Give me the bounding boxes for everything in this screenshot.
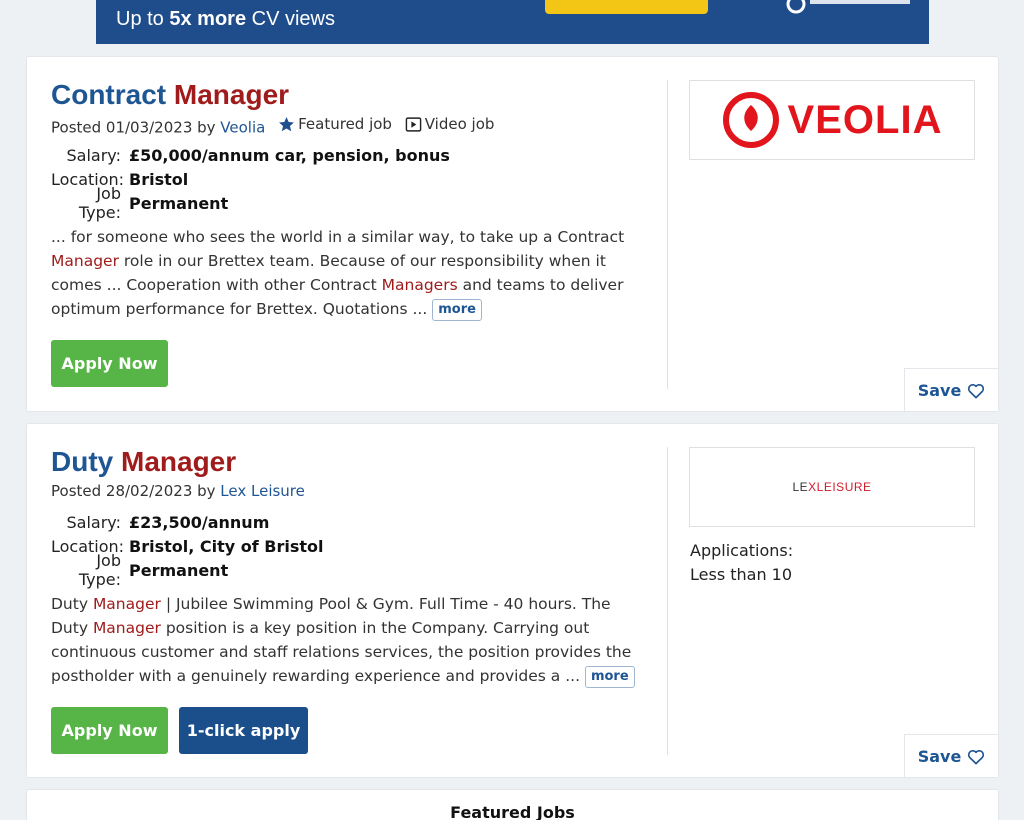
applications-value: Less than 10 [690,565,793,584]
job-posted-line: Posted 01/03/2023 by Veolia Featured job… [51,115,495,137]
job-description: ... for someone who sees the world in a … [51,225,651,321]
company-logo[interactable]: LEXLEISURE [689,447,975,527]
banner-upgrade-button[interactable] [545,0,708,14]
heart-icon [968,749,985,764]
apply-now-button[interactable]: Apply Now [51,340,168,387]
job-card: Contract Manager Posted 01/03/2023 by Ve… [26,56,999,412]
featured-badge: Featured job [278,115,392,133]
lex-leisure-logo-text: LEXLEISURE [792,480,872,494]
more-button[interactable]: more [584,665,635,688]
job-facts: Salary: £23,500/annum Location: Bristol, C… [51,510,323,590]
job-title-link[interactable]: Duty Manager [51,446,236,478]
video-play-icon [405,116,422,132]
heart-icon [968,383,985,398]
save-job-button[interactable]: Save [904,734,998,777]
job-title-link[interactable]: Contract Manager [51,79,289,111]
more-button[interactable]: more [432,298,482,321]
veolia-logo-icon [722,92,779,148]
job-posted-line: Posted 28/02/2023 by Lex Leisure [51,482,305,500]
applications-label: Applications: [690,541,794,560]
salary-row: Salary: £23,500/annum [66,512,270,532]
job-type-row: Job Type: Permanent [78,551,229,589]
salary-row: Salary: £50,000/annum car, pension, bonus [66,145,450,165]
banner-logo-icon [786,0,910,14]
company-logo[interactable]: VEOLIA [689,80,975,160]
promo-banner[interactable]: Up to 5x more CV views [96,0,929,44]
job-card: Duty Manager Posted 28/02/2023 by Lex Le… [26,423,999,778]
applications-info: Applications: Less than 10 [690,539,793,587]
star-icon [279,116,295,131]
featured-jobs-title: Featured Jobs [450,803,575,820]
featured-jobs-section: Featured Jobs [26,789,999,820]
job-type-row: Job Type: Permanent [78,184,229,222]
apply-now-button[interactable]: Apply Now [51,707,168,754]
company-link[interactable]: Lex Leisure [220,482,305,500]
card-divider [667,447,668,755]
card-divider [667,80,668,389]
banner-text: Up to 5x more CV views [116,8,335,30]
save-job-button[interactable]: Save [904,368,998,411]
video-badge: Video job [405,115,494,133]
job-facts: Salary: £50,000/annum car, pension, bonus… [51,143,450,223]
one-click-apply-button[interactable]: 1-click apply [179,707,308,754]
job-description: Duty Manager | Jubilee Swimming Pool & G… [51,592,651,688]
company-link[interactable]: Veolia [220,119,265,137]
banner-logo [786,0,916,26]
